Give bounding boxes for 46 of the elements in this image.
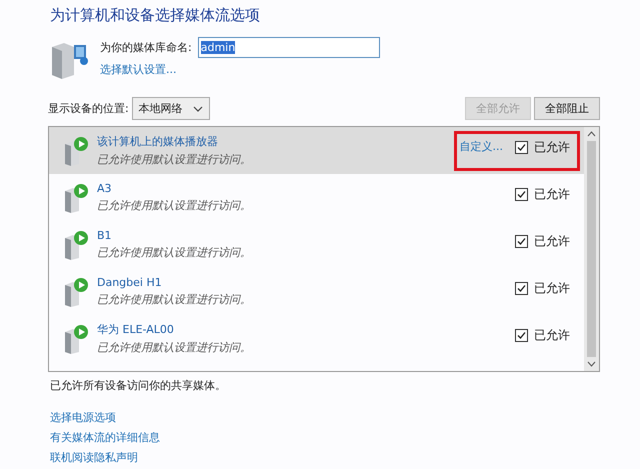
device-name: A3 — [97, 182, 113, 195]
device-name: Dangbei H1 — [97, 276, 163, 289]
scrollbar[interactable] — [584, 127, 599, 371]
device-status: 已允许使用默认设置进行访问。 — [97, 245, 252, 260]
library-name-field[interactable]: admin — [198, 37, 380, 58]
checkbox-label[interactable]: 已允许 — [534, 280, 570, 296]
scroll-up-icon[interactable] — [587, 131, 596, 137]
device-status: 已允许使用默认设置进行访问。 — [97, 292, 252, 307]
location-label: 显示设备的位置: — [48, 101, 129, 116]
device-status: 已允许使用默认设置进行访问。 — [97, 152, 252, 167]
media-device-icon — [63, 182, 89, 212]
media-device-icon — [63, 230, 89, 260]
checkbox[interactable] — [515, 234, 528, 248]
media-device-icon — [63, 276, 89, 306]
checkbox-label[interactable]: 已允许 — [534, 138, 570, 156]
device-row[interactable]: 该计算机上的媒体播放器 已允许使用默认设置进行访问。 自定义... 已允许 — [49, 127, 584, 174]
media-device-icon — [63, 324, 89, 354]
device-status: 已允许使用默认设置进行访问。 — [97, 340, 252, 355]
checkbox-label[interactable]: 已允许 — [534, 186, 570, 202]
help-link[interactable]: 有关媒体流的详细信息 — [50, 430, 600, 445]
device-name: 该计算机上的媒体播放器 — [97, 134, 219, 149]
device-name: B1 — [97, 229, 113, 242]
checkbox[interactable] — [515, 140, 528, 154]
location-dropdown[interactable]: 本地网络 — [132, 97, 210, 120]
device-row[interactable]: B1 已允许使用默认设置进行访问。 已允许 — [49, 221, 584, 268]
device-status: 已允许使用默认设置进行访问。 — [97, 198, 252, 213]
checkbox[interactable] — [515, 328, 528, 342]
default-settings-link[interactable]: 选择默认设置... — [100, 62, 380, 77]
device-row[interactable]: Dangbei H1 已允许使用默认设置进行访问。 已允许 — [49, 268, 584, 315]
device-row[interactable]: A3 已允许使用默认设置进行访问。 已允许 — [49, 174, 584, 221]
help-link[interactable]: 选择电源选项 — [50, 410, 600, 425]
checkbox-label[interactable]: 已允许 — [534, 326, 570, 344]
customize-link[interactable]: 自定义... — [460, 138, 503, 154]
block-all-button[interactable]: 全部阻止 — [534, 97, 600, 120]
checkbox-label[interactable]: 已允许 — [534, 232, 570, 250]
media-device-icon — [63, 136, 89, 166]
page-title: 为计算机和设备选择媒体流选项 — [50, 6, 261, 25]
library-name-label: 为你的媒体库命名: — [100, 40, 192, 55]
summary-text: 已允许所有设备访问你的共享媒体。 — [50, 378, 227, 393]
chevron-down-icon — [192, 106, 203, 112]
device-row[interactable]: 华为 ELE-AL00 已允许使用默认设置进行访问。 已允许 — [49, 315, 584, 362]
checkbox[interactable] — [515, 188, 528, 200]
help-link[interactable]: 联机阅读隐私声明 — [50, 450, 600, 465]
device-name: 华为 ELE-AL00 — [97, 322, 175, 337]
checkbox[interactable] — [515, 282, 528, 294]
scroll-down-icon[interactable] — [587, 361, 596, 367]
